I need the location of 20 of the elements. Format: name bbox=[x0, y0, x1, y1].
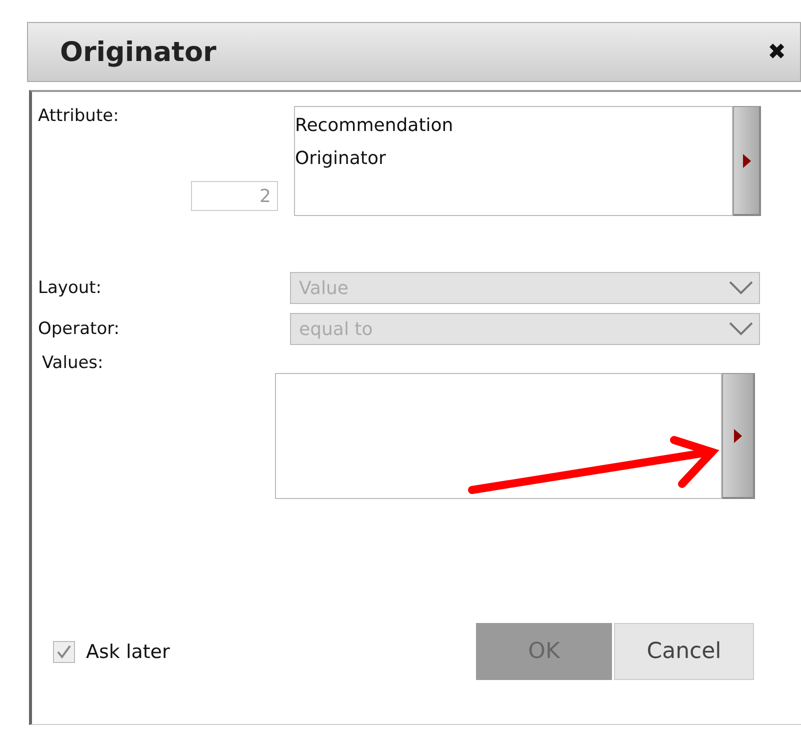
field-label: Attribute: bbox=[38, 106, 120, 126]
triangle-right-icon bbox=[742, 154, 750, 168]
close-button[interactable]: ✖ bbox=[768, 40, 786, 64]
chevron-down-icon bbox=[729, 322, 753, 336]
chevron-down-icon bbox=[729, 281, 753, 295]
expand-button[interactable] bbox=[722, 373, 755, 499]
field-label: Values: bbox=[42, 353, 104, 373]
dialog-title: Originator bbox=[60, 36, 216, 68]
attribute-list[interactable]: Recommendation Originator bbox=[294, 106, 733, 216]
list-item[interactable]: Recommendation bbox=[295, 115, 732, 136]
triangle-right-icon bbox=[734, 428, 742, 442]
field-label: Layout: bbox=[38, 278, 103, 298]
checkbox[interactable] bbox=[53, 640, 75, 662]
checkbox-label: Ask later bbox=[86, 640, 170, 662]
values-list[interactable] bbox=[275, 373, 722, 499]
list-item[interactable]: Originator bbox=[295, 148, 732, 169]
checkmark-icon bbox=[56, 644, 72, 658]
expand-button[interactable] bbox=[733, 106, 761, 216]
field-label: Operator: bbox=[38, 319, 121, 339]
dialog-button[interactable]: Cancel bbox=[614, 623, 754, 680]
